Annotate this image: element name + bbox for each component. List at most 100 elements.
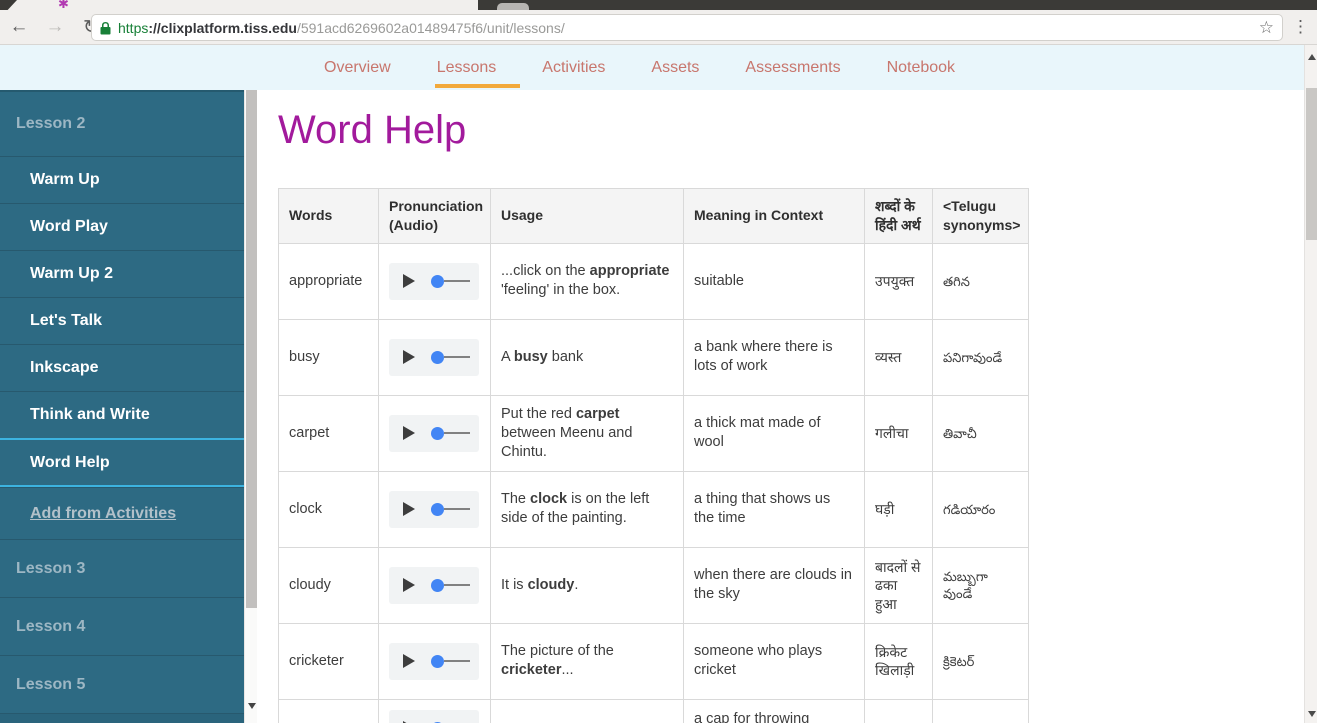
sidebar-scrollbar-thumb[interactable] [246,90,257,608]
tab-lessons[interactable]: Lessons [434,45,521,90]
audio-player[interactable] [389,414,479,452]
play-icon[interactable] [403,654,415,669]
audio-player[interactable] [389,338,479,376]
audio-seek-knob[interactable] [431,578,444,592]
sidebar-item-word-play[interactable]: Word Play [0,203,244,250]
word-cell: cloudy [278,546,379,624]
tab-label: Assessments [745,58,841,76]
sidebar-item-label: Warm Up [30,171,100,188]
word-help-table: Words Pronunciation (Audio) Usage Meaning i… [278,188,1029,723]
page-scrollbar-thumb[interactable] [1306,88,1317,240]
sidebar-item-warm-up[interactable]: Warm Up [0,156,244,203]
table-row: busy A busy bank a bank where there is lot… [278,318,1029,396]
hindi-meaning-cell: क्रिकेट खिलाड़ी [864,622,933,700]
unit-tabs: Overview Lessons Activities Assets Assessmen… [324,45,955,90]
audio-seek-track[interactable] [444,356,470,359]
sidebar-item-label: Let's Talk [30,312,102,329]
usage-cell: ...click on the appropriate 'feeling' in… [490,242,684,320]
audio-player[interactable] [389,490,479,528]
table-row: cricketer The picture of the cricketer...… [278,622,1029,700]
back-button[interactable]: ← [8,16,30,38]
word-cell: clock [278,470,379,548]
sidebar-item-warm-up-2[interactable]: Warm Up 2 [0,250,244,297]
sidebar-item-inkscape[interactable]: Inkscape [0,344,244,391]
sidebar-item-lesson-5[interactable]: Lesson 5 [0,655,244,713]
page-scrollbar[interactable] [1304,45,1317,723]
table-row: cloudy It is cloudy. when there are clouds… [278,546,1029,624]
column-header: Usage [490,188,684,244]
sidebar-item-lesson-3[interactable]: Lesson 3 [0,539,244,597]
browser-menu-icon[interactable]: ⋮ [1292,17,1309,37]
meaning-cell: suitable [683,242,865,320]
table-row: appropriate ...click on the appropriate '… [278,242,1029,320]
forward-button[interactable]: → [44,16,66,38]
tab-assessments[interactable]: Assessments [745,45,840,90]
audio-seek-knob[interactable] [431,350,444,364]
url-scheme: https [118,19,149,36]
inactive-tab-nub[interactable] [497,3,529,10]
audio-seek-track[interactable] [444,660,470,663]
word-cell: busy [278,318,379,396]
play-icon[interactable] [403,578,415,593]
active-tab-underline [434,84,521,88]
audio-seek-knob[interactable] [431,426,444,440]
audio-seek-knob[interactable] [431,274,444,288]
play-icon[interactable] [403,350,415,365]
pronunciation-cell [378,622,491,700]
bookmark-star-icon[interactable]: ☆ [1259,18,1274,38]
sidebar-item-word-help[interactable]: Word Help [0,438,244,487]
page-scroll-up-icon[interactable] [1308,54,1316,60]
page-viewport: Overview Lessons Activities Assets Assessmen… [0,45,1317,723]
url-text[interactable]: https://clixplatform.tiss.edu/591acd6269… [118,20,565,36]
sidebar-next-item-partial [0,713,244,723]
meaning-cell: someone who plays cricket [683,622,865,700]
tab-overview[interactable]: Overview [324,45,391,90]
tab-label: Notebook [886,58,956,76]
tab-activities[interactable]: Activities [542,45,605,90]
tab-label: Lessons [436,58,497,76]
sidebar-item-label: Think and Write [30,406,150,423]
audio-player[interactable] [389,566,479,604]
telugu-synonym-cell: క్రికెటర్ [932,622,1029,700]
audio-seek-track[interactable] [444,584,470,587]
audio-player[interactable] [389,262,479,300]
url-bar[interactable]: https://clixplatform.tiss.edu/591acd6269… [91,14,1283,41]
audio-player[interactable] [389,709,479,723]
sidebar-item-think-and-write[interactable]: Think and Write [0,391,244,438]
sidebar-item-label: Lesson 2 [16,115,86,132]
column-header: Meaning in Context [683,188,865,244]
secure-lock-icon [100,21,111,35]
table-row: clock The clock is on the left side of th… [278,470,1029,548]
main-content: Word Help Words Pronunciation (Audio) Usag… [257,90,1304,723]
page-scroll-down-icon[interactable] [1308,711,1316,717]
tab-notebook[interactable]: Notebook [887,45,956,90]
sidebar-item-add-from-activities[interactable]: Add from Activities [0,487,244,539]
sidebar-scrollbar[interactable] [244,90,257,723]
column-header: Words [278,188,379,244]
tab-assets[interactable]: Assets [651,45,699,90]
meaning-cell: when there are clouds in the sky [683,546,865,624]
sidebar-scroll-down-icon[interactable] [248,703,256,709]
usage-cell: Put the red carpet between Meenu and Chi… [490,394,684,472]
table-header-row: Words Pronunciation (Audio) Usage Meaning i… [278,188,1029,244]
audio-seek-track[interactable] [444,508,470,511]
play-icon[interactable] [403,502,415,517]
tab-strip-background [478,0,1317,10]
sidebar-item-let-s-talk[interactable]: Let's Talk [0,297,244,344]
audio-player[interactable] [389,642,479,680]
column-header: <Telugu synonyms> [932,188,1029,244]
audio-seek-track[interactable] [444,280,470,283]
unit-tabbar: Overview Lessons Activities Assets Assessmen… [0,45,1304,90]
page-title: Word Help [278,108,467,152]
sidebar-item-lesson-2[interactable]: Lesson 2 [0,92,244,156]
word-cell: carpet [278,394,379,472]
audio-seek-track[interactable] [444,432,470,435]
hindi-meaning-cell [864,698,933,723]
audio-seek-knob[interactable] [431,654,444,668]
play-icon[interactable] [403,426,415,441]
sidebar-item-lesson-4[interactable]: Lesson 4 [0,597,244,655]
url-path: /591acd6269602a01489475f6/unit/lessons/ [296,19,565,36]
play-icon[interactable] [403,274,415,289]
browser-tab-strip: ✱ [0,0,1317,11]
audio-seek-knob[interactable] [431,502,444,516]
